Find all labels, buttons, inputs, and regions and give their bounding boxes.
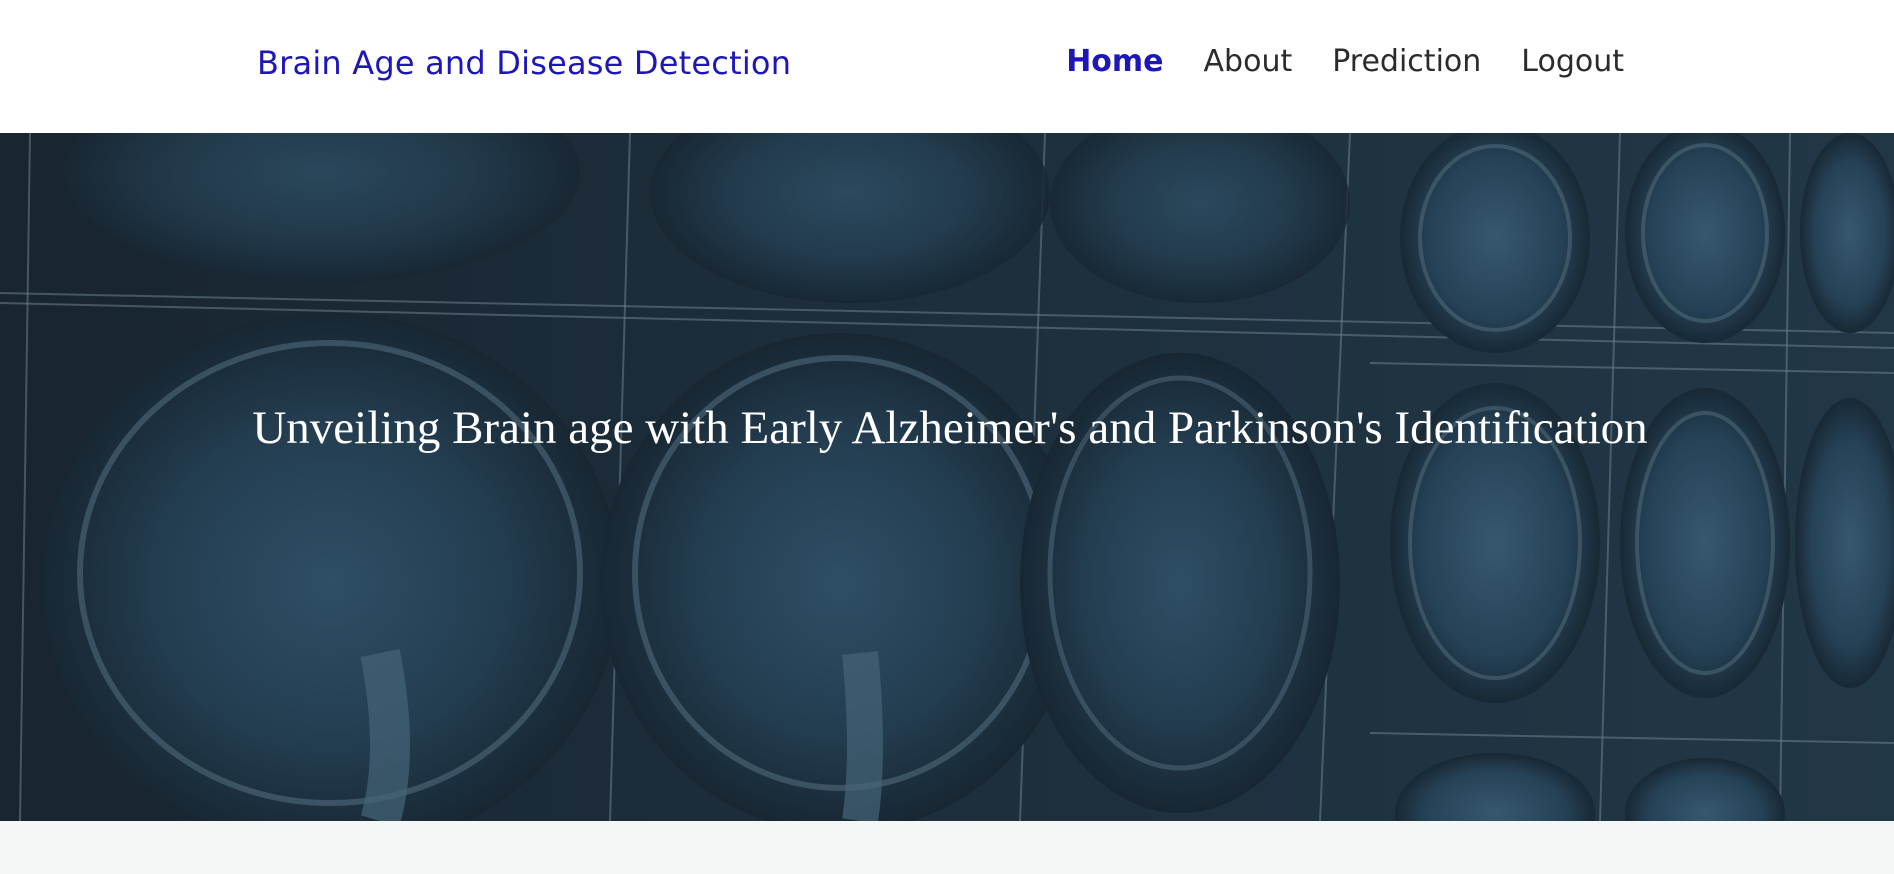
nav-link-logout[interactable]: Logout — [1521, 44, 1624, 79]
nav-link-about[interactable]: About — [1204, 44, 1293, 79]
navbar: Brain Age and Disease Detection Home Abo… — [0, 0, 1894, 133]
nav-links: Home About Prediction Logout — [1066, 44, 1624, 79]
brand-link[interactable]: Brain Age and Disease Detection — [257, 44, 791, 82]
hero-banner: Unveiling Brain age with Early Alzheimer… — [0, 133, 1894, 821]
nav-link-prediction[interactable]: Prediction — [1332, 44, 1481, 79]
hero-title: Unveiling Brain age with Early Alzheimer… — [252, 402, 1648, 454]
hero-overlay — [0, 133, 1894, 821]
nav-link-home[interactable]: Home — [1066, 44, 1163, 79]
content-section — [0, 821, 1894, 874]
